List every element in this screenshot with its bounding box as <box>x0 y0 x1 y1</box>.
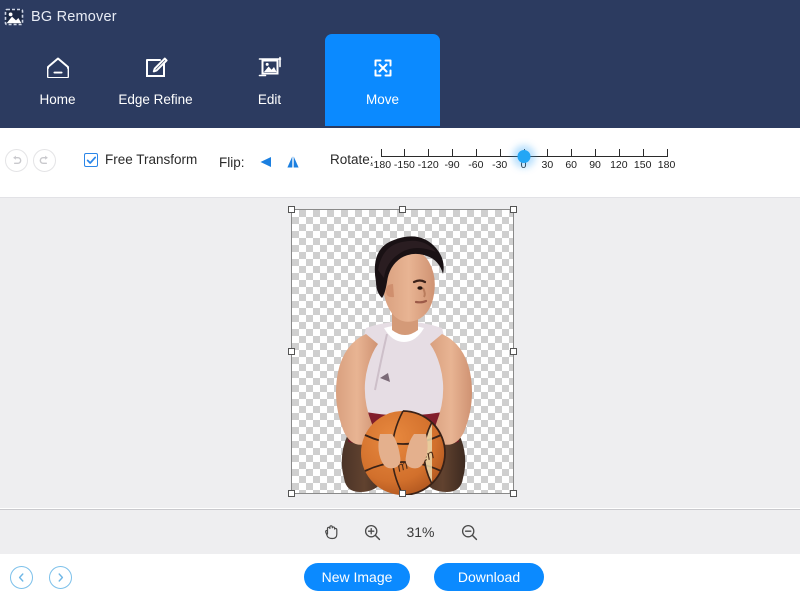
rotate-tick <box>666 149 668 157</box>
free-transform-toggle[interactable]: Free Transform <box>84 152 197 167</box>
rotate-tick <box>499 149 501 157</box>
resize-handle-middle-left[interactable] <box>288 348 295 355</box>
pen-square-icon <box>145 57 168 77</box>
app-window: BG Remover Home Edge Refine Edit Move Fr… <box>0 0 800 593</box>
undo-button[interactable] <box>5 149 28 172</box>
new-image-button[interactable]: New Image <box>304 563 410 591</box>
rotate-tick-label: 90 <box>589 159 601 171</box>
rotate-tick-label: -150 <box>393 159 415 171</box>
rotate-tick <box>571 149 573 157</box>
resize-handle-bottom-center[interactable] <box>399 490 406 497</box>
flip-horizontal-icon[interactable] <box>255 152 275 172</box>
zoom-level-label: 31% <box>406 524 435 540</box>
redo-arrow-icon <box>39 155 48 164</box>
move-arrows-icon <box>374 59 391 77</box>
rotate-tick-label: -90 <box>444 159 460 171</box>
tab-move[interactable]: Move <box>325 34 440 126</box>
flip-vertical-icon[interactable] <box>283 152 303 172</box>
redo-button[interactable] <box>33 149 56 172</box>
rotate-tick <box>547 149 549 157</box>
rotate-tick-label: 180 <box>657 159 676 171</box>
tab-edit-label: Edit <box>257 92 282 107</box>
undo-arrow-icon <box>13 155 22 164</box>
nav-bar: Home Edge Refine Edit Move <box>0 34 800 128</box>
tab-list: Home Edge Refine Edit Move <box>0 34 800 128</box>
rotate-group: Rotate: -180 -150 -120 -90 -60 -30 0 30 60 90 120 1… <box>330 140 675 180</box>
hand-icon[interactable] <box>322 523 341 542</box>
selection-box[interactable]: molten <box>288 206 517 497</box>
rotate-slider[interactable]: -180 -150 -120 -90 -60 -30 0 30 60 90 120 150 180 <box>370 140 675 180</box>
image-edit-icon <box>258 56 281 77</box>
title-bar: BG Remover <box>0 0 800 34</box>
chevron-left-icon <box>18 573 24 582</box>
flip-label: Flip: <box>219 154 245 170</box>
rotate-tick <box>452 149 454 157</box>
rotate-tick <box>380 149 382 157</box>
rotate-tick <box>618 149 620 157</box>
zoom-out-icon[interactable] <box>460 523 479 542</box>
rotate-label: Rotate: <box>330 152 374 167</box>
rotate-tick-label: 60 <box>565 159 578 171</box>
canvas-area[interactable]: molten <box>0 198 800 508</box>
resize-handle-top-left[interactable] <box>288 206 295 213</box>
checkbox-checked-icon[interactable] <box>84 152 98 167</box>
rotate-tick-label: 150 <box>633 159 652 171</box>
download-button[interactable]: Download <box>434 563 544 591</box>
rotate-tick <box>404 149 406 157</box>
rotate-tick-label: -120 <box>417 159 439 171</box>
zoom-in-icon[interactable] <box>363 523 382 542</box>
rotate-tick <box>595 149 597 157</box>
free-transform-label: Free Transform <box>105 152 198 167</box>
rotate-tick <box>428 149 430 157</box>
check-mark-icon <box>86 156 97 164</box>
resize-handle-top-center[interactable] <box>399 206 406 213</box>
rotate-tick-label: -30 <box>492 159 508 171</box>
tab-edge-refine[interactable]: Edge Refine <box>98 34 213 126</box>
rotate-tick <box>475 149 477 157</box>
image-icon <box>4 8 24 26</box>
rotate-tick-label: 30 <box>541 159 554 171</box>
tab-move-label: Move <box>365 92 399 107</box>
resize-handle-bottom-left[interactable] <box>288 490 295 497</box>
rotate-tick <box>642 149 644 157</box>
tab-home-label: Home <box>39 92 76 107</box>
rotate-slider-handle[interactable] <box>517 150 531 163</box>
rotate-tick-label: 120 <box>610 159 628 171</box>
app-title: BG Remover <box>31 9 117 25</box>
rotate-tick-label: -60 <box>468 159 484 171</box>
flip-group: Flip: <box>219 152 303 172</box>
resize-handle-bottom-right[interactable] <box>510 490 517 497</box>
subject-image: molten <box>336 236 472 495</box>
home-icon <box>46 57 69 78</box>
chevron-right-icon <box>58 573 64 582</box>
next-button[interactable] <box>49 566 72 589</box>
rotate-tick-label: -180 <box>370 159 392 171</box>
resize-handle-middle-right[interactable] <box>510 348 517 355</box>
previous-button[interactable] <box>10 566 33 589</box>
resize-handle-top-right[interactable] <box>510 206 517 213</box>
tab-edit[interactable]: Edit <box>212 34 327 126</box>
zoom-bar: 31% <box>0 509 800 554</box>
tab-edge-refine-label: Edge Refine <box>118 92 193 107</box>
